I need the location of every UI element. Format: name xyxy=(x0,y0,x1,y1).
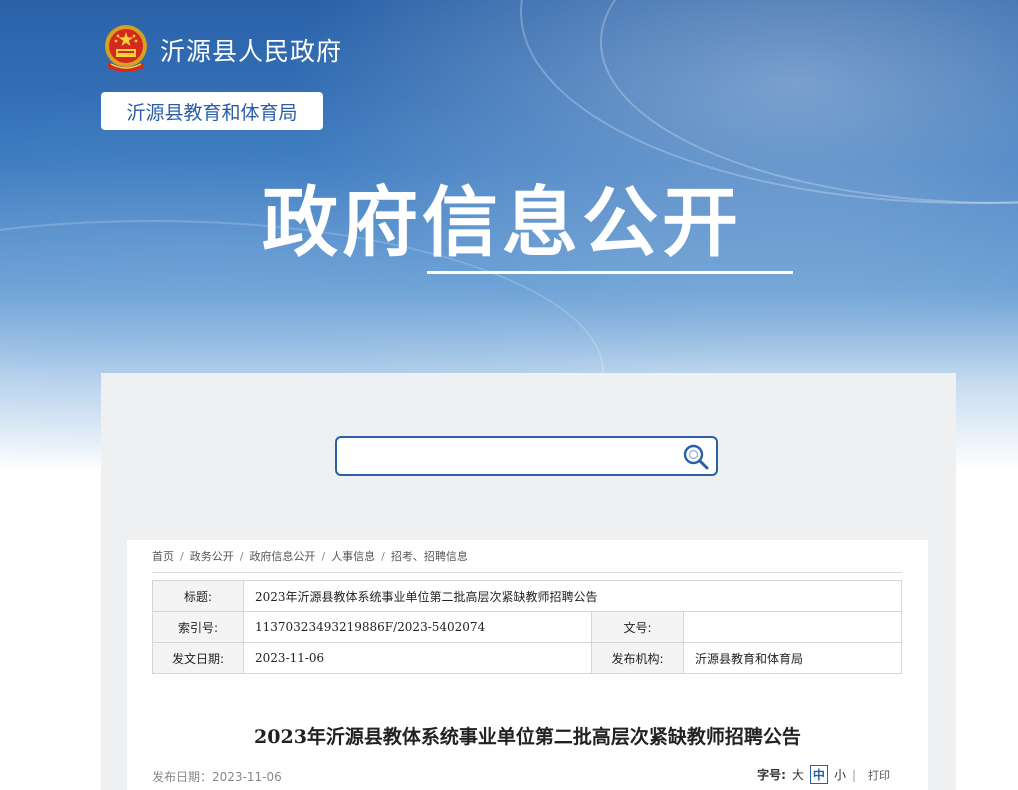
title-value: 2023年沂源县教体系统事业单位第二批高层次紧缺教师招聘公告 xyxy=(243,580,902,612)
search-icon[interactable] xyxy=(682,443,710,471)
font-size-small-button[interactable]: 小 xyxy=(834,766,846,783)
article-container: 首页 / 政务公开 / 政府信息公开 / 人事信息 / 招考、招聘信息 标题: 2023年沂源县… xyxy=(127,540,928,790)
search-box xyxy=(335,436,718,476)
breadcrumb-personnel[interactable]: 人事信息 xyxy=(331,550,375,563)
national-emblem-icon xyxy=(105,25,147,72)
article-tools: 字号: 大 中 小 | 打印 xyxy=(757,765,890,784)
document-number-label: 文号: xyxy=(591,611,684,643)
breadcrumb-separator: / xyxy=(180,550,184,563)
site-name[interactable]: 沂源县人民政府 xyxy=(160,32,342,68)
issue-date-label: 发文日期: xyxy=(152,642,244,674)
document-number-value xyxy=(683,611,902,643)
issue-date-value: 2023-11-06 xyxy=(243,642,592,674)
breadcrumb-recruitment[interactable]: 招考、招聘信息 xyxy=(391,550,468,563)
print-button[interactable]: 打印 xyxy=(868,767,890,783)
publisher-label: 发布机构: xyxy=(591,642,684,674)
breadcrumb-separator: / xyxy=(321,550,326,563)
breadcrumb-home[interactable]: 首页 xyxy=(152,550,174,563)
breadcrumb-separator: / xyxy=(239,550,244,563)
title-label: 标题: xyxy=(152,580,244,612)
breadcrumb-gov-affairs[interactable]: 政务公开 xyxy=(190,550,234,563)
index-number-value: 11370323493219886F/2023-5402074 xyxy=(243,611,592,643)
table-row: 标题: 2023年沂源县教体系统事业单位第二批高层次紧缺教师招聘公告 xyxy=(152,580,902,612)
banner-swoosh xyxy=(600,0,1018,204)
breadcrumb-divider xyxy=(152,572,902,573)
department-badge[interactable]: 沂源县教育和体育局 xyxy=(101,92,323,130)
title-underline xyxy=(427,271,793,274)
breadcrumb-separator: / xyxy=(381,550,385,563)
index-number-label: 索引号: xyxy=(152,611,244,643)
search-input[interactable] xyxy=(345,442,679,472)
table-row: 索引号: 11370323493219886F/2023-5402074 文号: xyxy=(152,611,902,643)
publish-date: 发布日期：2023-11-06 xyxy=(152,770,282,784)
breadcrumb: 首页 / 政务公开 / 政府信息公开 / 人事信息 / 招考、招聘信息 xyxy=(152,548,468,564)
document-info-table: 标题: 2023年沂源县教体系统事业单位第二批高层次紧缺教师招聘公告 索引号: … xyxy=(152,580,902,674)
breadcrumb-info-disclosure[interactable]: 政府信息公开 xyxy=(249,550,315,563)
font-size-label: 字号: xyxy=(757,768,786,782)
font-size-large-button[interactable]: 大 xyxy=(792,766,804,783)
tools-divider: | xyxy=(851,767,856,782)
font-size-medium-button[interactable]: 中 xyxy=(809,765,828,784)
table-row: 发文日期: 2023-11-06 发布机构: 沂源县教育和体育局 xyxy=(152,642,902,674)
section-title: 政府信息公开 xyxy=(262,178,742,267)
article-title: 2023年沂源县教体系统事业单位第二批高层次紧缺教师招聘公告 xyxy=(254,726,801,748)
publisher-value: 沂源县教育和体育局 xyxy=(683,642,902,674)
